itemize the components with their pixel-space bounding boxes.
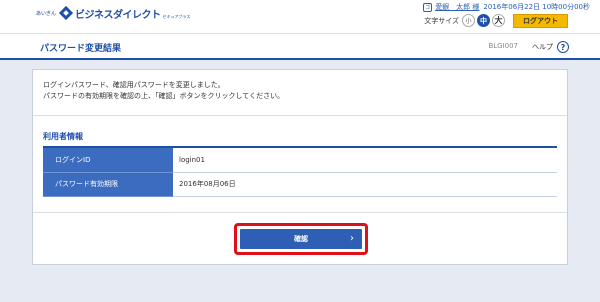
bank-logo: あいぎん ビジネスダイレクト セキュアプラス	[36, 4, 190, 22]
message-line-1: ログインパスワード、確認用パスワードを変更しました。	[43, 81, 225, 89]
user-name-link[interactable]: 愛銀 太郎 様	[435, 2, 479, 12]
table-row: ログインID login01	[43, 148, 557, 173]
help-label: ヘルプ	[532, 43, 553, 51]
password-expiry-value: 2016年08月06日	[173, 172, 557, 197]
login-id-label: ログインID	[43, 148, 173, 173]
help-link[interactable]: ヘルプ ?	[532, 41, 569, 53]
user-info-table: ログインID login01 パスワード有効期限 2016年08月06日	[43, 148, 557, 197]
password-expiry-label: パスワード有効期限	[43, 172, 173, 197]
font-small-button[interactable]: 小	[462, 14, 475, 27]
page-title-bar: パスワード変更結果 BLGI007 ヘルプ ?	[0, 33, 600, 60]
chevron-right-icon: ›	[350, 233, 354, 244]
font-size-label: 文字サイズ	[424, 16, 459, 25]
confirm-button-highlight: 確認 ›	[234, 223, 368, 255]
screen-id: BLGI007	[488, 42, 518, 50]
top-header: あいぎん ビジネスダイレクト セキュアプラス ゴ 愛銀 太郎 様 2016年06…	[0, 0, 600, 33]
login-id-value: login01	[173, 148, 557, 173]
confirm-button[interactable]: 確認 ›	[240, 229, 362, 249]
logo-brand: ビジネスダイレクト	[75, 9, 161, 21]
user-icon: ゴ	[423, 2, 433, 12]
divider	[33, 212, 567, 213]
user-info-line: ゴ 愛銀 太郎 様 2016年06月22日 10時00分00秒	[423, 2, 590, 12]
font-size-controls: 文字サイズ 小 中 大 ログアウト	[424, 13, 568, 28]
logo-diamond-icon	[59, 6, 73, 20]
font-large-button[interactable]: 大	[492, 14, 505, 27]
font-medium-button[interactable]: 中	[477, 14, 490, 27]
message-line-2: パスワードの有効期限を確認の上、「確認」ボタンをクリックしてください。	[43, 92, 285, 100]
logo-bank-name: あいぎん	[36, 10, 57, 17]
main-content: ログインパスワード、確認用パスワードを変更しました。 パスワードの有効期限を確認…	[0, 60, 600, 302]
logout-button[interactable]: ログアウト	[513, 13, 568, 28]
result-card: ログインパスワード、確認用パスワードを変更しました。 パスワードの有効期限を確認…	[32, 69, 568, 265]
logo-sub: セキュアプラス	[162, 14, 191, 19]
divider	[33, 115, 567, 116]
table-row: パスワード有効期限 2016年08月06日	[43, 172, 557, 197]
result-message: ログインパスワード、確認用パスワードを変更しました。 パスワードの有効期限を確認…	[43, 80, 284, 102]
confirm-button-label: 確認	[294, 235, 308, 243]
page-title: パスワード変更結果	[40, 44, 122, 54]
help-icon: ?	[557, 41, 569, 53]
section-title-user-info: 利用者情報	[43, 132, 83, 141]
last-login-datetime: 2016年06月22日 10時00分00秒	[483, 3, 590, 11]
